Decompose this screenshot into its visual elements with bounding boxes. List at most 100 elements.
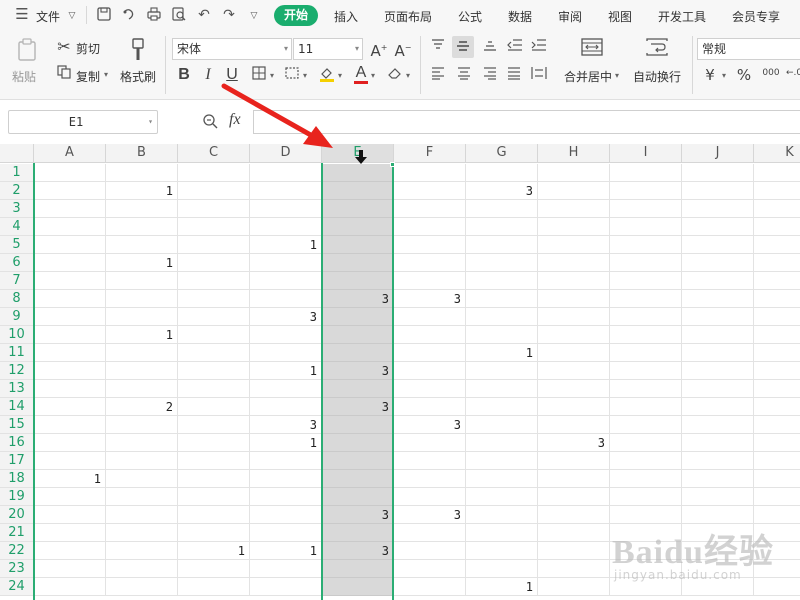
tab-start[interactable]: 开始 — [274, 5, 318, 26]
row-header-8[interactable]: 8 — [0, 290, 34, 308]
cell-g12[interactable] — [466, 362, 538, 380]
fill-handle[interactable] — [390, 162, 395, 167]
cell-b9[interactable] — [106, 308, 178, 326]
align-bottom-icon[interactable] — [482, 38, 498, 56]
cell-f16[interactable] — [394, 434, 466, 452]
decrease-indent-icon[interactable] — [506, 38, 524, 56]
cell-h14[interactable] — [538, 398, 610, 416]
cell-c22[interactable]: 1 — [178, 542, 250, 560]
row-header-13[interactable]: 13 — [0, 380, 34, 398]
cell-c4[interactable] — [178, 218, 250, 236]
cell-h2[interactable] — [538, 182, 610, 200]
cell-b24[interactable] — [106, 578, 178, 596]
cell-g4[interactable] — [466, 218, 538, 236]
font-size-select[interactable]: 11 ▾ — [293, 38, 363, 60]
cell-j4[interactable] — [682, 218, 754, 236]
cell-d12[interactable]: 1 — [250, 362, 322, 380]
cell-j3[interactable] — [682, 200, 754, 218]
tab-review[interactable]: 审阅 — [558, 8, 582, 25]
cell-d10[interactable] — [250, 326, 322, 344]
cell-k17[interactable] — [754, 452, 800, 470]
cell-c1[interactable] — [178, 164, 250, 182]
cell-k22[interactable] — [754, 542, 800, 560]
cell-k14[interactable] — [754, 398, 800, 416]
cell-e19[interactable] — [322, 488, 394, 506]
cell-g5[interactable] — [466, 236, 538, 254]
file-menu[interactable]: 文件 — [36, 8, 60, 25]
column-header-j[interactable]: J — [682, 144, 754, 163]
column-header-b[interactable]: B — [106, 144, 178, 163]
cut-button[interactable]: 剪切 — [76, 40, 100, 57]
cell-k11[interactable] — [754, 344, 800, 362]
cell-k12[interactable] — [754, 362, 800, 380]
cell-d23[interactable] — [250, 560, 322, 578]
cell-a3[interactable] — [34, 200, 106, 218]
cell-a8[interactable] — [34, 290, 106, 308]
merge-dropdown-icon[interactable]: ▾ — [615, 71, 619, 80]
row-header-17[interactable]: 17 — [0, 452, 34, 470]
cell-g10[interactable] — [466, 326, 538, 344]
cell-j15[interactable] — [682, 416, 754, 434]
row-header-10[interactable]: 10 — [0, 326, 34, 344]
cell-j13[interactable] — [682, 380, 754, 398]
row-header-12[interactable]: 12 — [0, 362, 34, 380]
cell-b5[interactable] — [106, 236, 178, 254]
cell-f23[interactable] — [394, 560, 466, 578]
cell-k8[interactable] — [754, 290, 800, 308]
cell-d4[interactable] — [250, 218, 322, 236]
cell-a7[interactable] — [34, 272, 106, 290]
name-box[interactable]: E1 ▾ — [8, 110, 158, 134]
row-header-3[interactable]: 3 — [0, 200, 34, 218]
cell-e12[interactable]: 3 — [322, 362, 394, 380]
cell-c12[interactable] — [178, 362, 250, 380]
row-header-19[interactable]: 19 — [0, 488, 34, 506]
print-icon[interactable] — [146, 7, 162, 23]
currency-format-button[interactable]: ¥ — [702, 66, 718, 84]
cell-a14[interactable] — [34, 398, 106, 416]
cell-e8[interactable]: 3 — [322, 290, 394, 308]
align-right-icon[interactable] — [482, 66, 498, 84]
tab-formulas[interactable]: 公式 — [458, 8, 482, 25]
row-header-6[interactable]: 6 — [0, 254, 34, 272]
cell-j18[interactable] — [682, 470, 754, 488]
row-header-14[interactable]: 14 — [0, 398, 34, 416]
cell-d2[interactable] — [250, 182, 322, 200]
row-header-11[interactable]: 11 — [0, 344, 34, 362]
cell-a12[interactable] — [34, 362, 106, 380]
cell-d21[interactable] — [250, 524, 322, 542]
column-header-c[interactable]: C — [178, 144, 250, 163]
cell-d3[interactable] — [250, 200, 322, 218]
cell-j9[interactable] — [682, 308, 754, 326]
cell-h20[interactable] — [538, 506, 610, 524]
cell-e11[interactable] — [322, 344, 394, 362]
cell-c13[interactable] — [178, 380, 250, 398]
paste-button[interactable]: 粘贴 — [12, 68, 36, 85]
cell-j11[interactable] — [682, 344, 754, 362]
cell-c10[interactable] — [178, 326, 250, 344]
cell-k10[interactable] — [754, 326, 800, 344]
print-preview-icon[interactable] — [171, 7, 187, 23]
cell-g2[interactable]: 3 — [466, 182, 538, 200]
cell-b11[interactable] — [106, 344, 178, 362]
cell-g17[interactable] — [466, 452, 538, 470]
font-color-icon[interactable]: A — [352, 64, 370, 84]
cell-h10[interactable] — [538, 326, 610, 344]
merge-center-button[interactable]: 合并居中 — [564, 68, 612, 85]
cell-g22[interactable] — [466, 542, 538, 560]
cell-j20[interactable] — [682, 506, 754, 524]
cell-e1[interactable] — [322, 164, 394, 182]
column-header-h[interactable]: H — [538, 144, 610, 163]
underline-icon[interactable]: U — [224, 66, 240, 84]
cell-d16[interactable]: 1 — [250, 434, 322, 452]
cell-b17[interactable] — [106, 452, 178, 470]
tab-page-layout[interactable]: 页面布局 — [384, 8, 432, 25]
cell-h19[interactable] — [538, 488, 610, 506]
cell-g23[interactable] — [466, 560, 538, 578]
cell-j17[interactable] — [682, 452, 754, 470]
cell-f24[interactable] — [394, 578, 466, 596]
cell-b10[interactable]: 1 — [106, 326, 178, 344]
cell-e3[interactable] — [322, 200, 394, 218]
cell-f19[interactable] — [394, 488, 466, 506]
cell-k21[interactable] — [754, 524, 800, 542]
redo-icon[interactable]: ↷ — [221, 7, 237, 23]
